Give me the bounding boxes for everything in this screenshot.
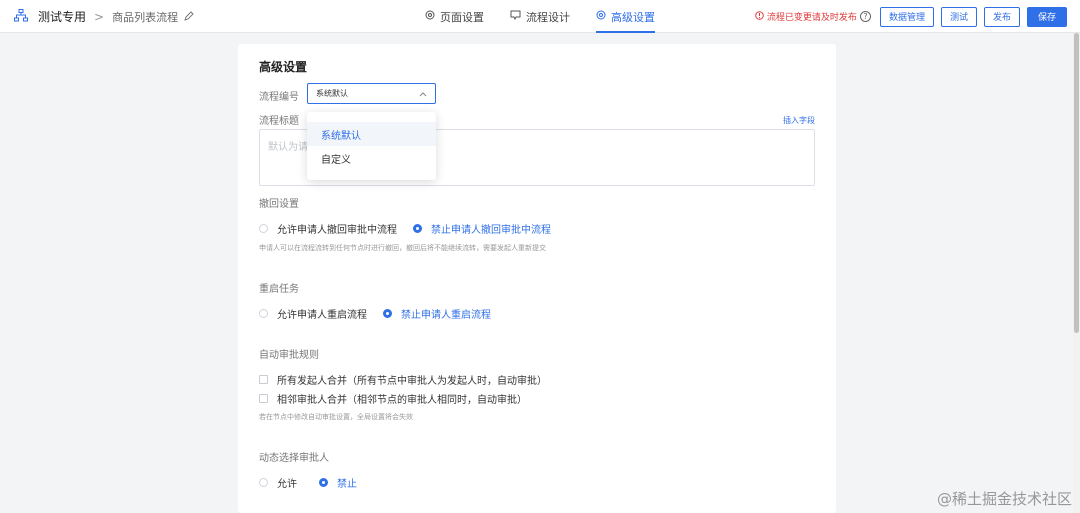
flow-title-label: 流程标题 bbox=[259, 116, 299, 127]
auto-approve-option-1: 所有发起人合并（所有节点中审批人为发起人时，自动审批） bbox=[259, 372, 547, 387]
radio-allow-restart[interactable] bbox=[259, 309, 268, 318]
gear-icon bbox=[596, 10, 606, 23]
gear-icon bbox=[425, 10, 435, 23]
radio-label[interactable]: 禁止申请人撤回审批中流程 bbox=[431, 221, 551, 236]
radio-label[interactable]: 允许申请人撤回审批中流程 bbox=[277, 221, 397, 236]
app-name[interactable]: 测试专用 bbox=[38, 8, 86, 25]
radio-label[interactable]: 禁止 bbox=[337, 475, 357, 490]
dynamic-approver-label: 动态选择审批人 bbox=[259, 453, 329, 464]
radio-label[interactable]: 允许 bbox=[277, 475, 297, 490]
restart-label: 重启任务 bbox=[259, 284, 299, 295]
top-bar: 测试专用 > 商品列表流程 页面设置 流程设计 高级设置 流程已变更请及时发布 … bbox=[0, 0, 1080, 33]
tab-bar: 页面设置 流程设计 高级设置 bbox=[425, 0, 681, 33]
restart-radio-group: 允许申请人重启流程 禁止申请人重启流程 bbox=[259, 306, 491, 321]
breadcrumb: 测试专用 > 商品列表流程 bbox=[14, 0, 194, 33]
breadcrumb-separator: > bbox=[94, 9, 105, 24]
warning-text: 流程已变更请及时发布 bbox=[766, 13, 857, 23]
tab-flow-design[interactable]: 流程设计 bbox=[510, 0, 570, 33]
auto-approve-hint: 若在节点中修改自动审批设置，全局设置将会失效 bbox=[259, 413, 413, 421]
tab-label: 页面设置 bbox=[440, 10, 484, 24]
test-button[interactable]: 测试 bbox=[940, 6, 977, 27]
alert-icon bbox=[755, 10, 764, 23]
unpublished-warning: 流程已变更请及时发布 ? bbox=[755, 10, 871, 23]
withdraw-label: 撤回设置 bbox=[259, 199, 299, 210]
watermark: @稀土掘金技术社区 bbox=[936, 490, 1072, 508]
radio-label[interactable]: 禁止申请人重启流程 bbox=[401, 306, 491, 321]
tab-label: 高级设置 bbox=[611, 10, 655, 24]
edit-icon[interactable] bbox=[184, 10, 194, 24]
checkbox-merge-adjacent[interactable] bbox=[259, 394, 268, 403]
dynamic-approver-radio-group: 允许 禁止 bbox=[259, 475, 357, 490]
tab-page-settings[interactable]: 页面设置 bbox=[425, 0, 484, 33]
auto-approve-label: 自动审批规则 bbox=[259, 350, 319, 361]
flow-number-label: 流程编号 bbox=[259, 92, 299, 103]
insert-field-link[interactable]: 插入字段 bbox=[783, 115, 815, 126]
help-icon[interactable]: ? bbox=[859, 11, 871, 22]
radio-allow-withdraw[interactable] bbox=[259, 224, 268, 233]
withdraw-hint: 申请人可以在流程流转到任何节点时进行撤回，撤回后将不能继续流转，需要发起人重新提… bbox=[259, 244, 546, 252]
radio-forbid-restart[interactable] bbox=[383, 309, 392, 318]
dropdown-option-custom[interactable]: 自定义 bbox=[307, 146, 436, 170]
save-button[interactable]: 保存 bbox=[1026, 6, 1067, 27]
scrollbar[interactable] bbox=[1073, 33, 1080, 513]
checkbox-merge-initiator[interactable] bbox=[259, 375, 268, 384]
tab-label: 流程设计 bbox=[526, 10, 570, 24]
advanced-settings-card: 高级设置 流程编号 系统默认 流程标题 插入字段 默认为请 系统默认 自定义 撤… bbox=[238, 44, 836, 513]
flow-icon bbox=[510, 10, 521, 23]
checkbox-label[interactable]: 所有发起人合并（所有节点中审批人为发起人时，自动审批） bbox=[277, 372, 547, 387]
select-value: 系统默认 bbox=[316, 89, 348, 98]
header-actions: 流程已变更请及时发布 ? 数据管理 测试 发布 保存 bbox=[755, 0, 1067, 33]
dropdown-option-default[interactable]: 系统默认 bbox=[307, 122, 436, 146]
flow-number-dropdown: 系统默认 自定义 bbox=[307, 112, 436, 180]
publish-button[interactable]: 发布 bbox=[983, 6, 1020, 27]
radio-allow-dynamic[interactable] bbox=[259, 478, 268, 487]
radio-forbid-withdraw[interactable] bbox=[413, 224, 422, 233]
radio-forbid-dynamic[interactable] bbox=[319, 478, 328, 487]
auto-approve-option-2: 相邻审批人合并（相邻节点的审批人相同时，自动审批） bbox=[259, 391, 527, 406]
card-title: 高级设置 bbox=[259, 60, 308, 74]
tab-advanced-settings[interactable]: 高级设置 bbox=[596, 0, 655, 33]
checkbox-label[interactable]: 相邻审批人合并（相邻节点的审批人相同时，自动审批） bbox=[277, 391, 527, 406]
flow-name: 商品列表流程 bbox=[112, 10, 179, 24]
data-manage-button[interactable]: 数据管理 bbox=[879, 6, 934, 27]
chevron-up-icon bbox=[419, 90, 427, 99]
scrollbar-thumb[interactable] bbox=[1074, 33, 1079, 333]
radio-label[interactable]: 允许申请人重启流程 bbox=[277, 306, 367, 321]
org-chart-icon bbox=[14, 8, 28, 25]
withdraw-radio-group: 允许申请人撤回审批中流程 禁止申请人撤回审批中流程 bbox=[259, 221, 551, 236]
flow-number-select[interactable]: 系统默认 bbox=[307, 83, 436, 104]
